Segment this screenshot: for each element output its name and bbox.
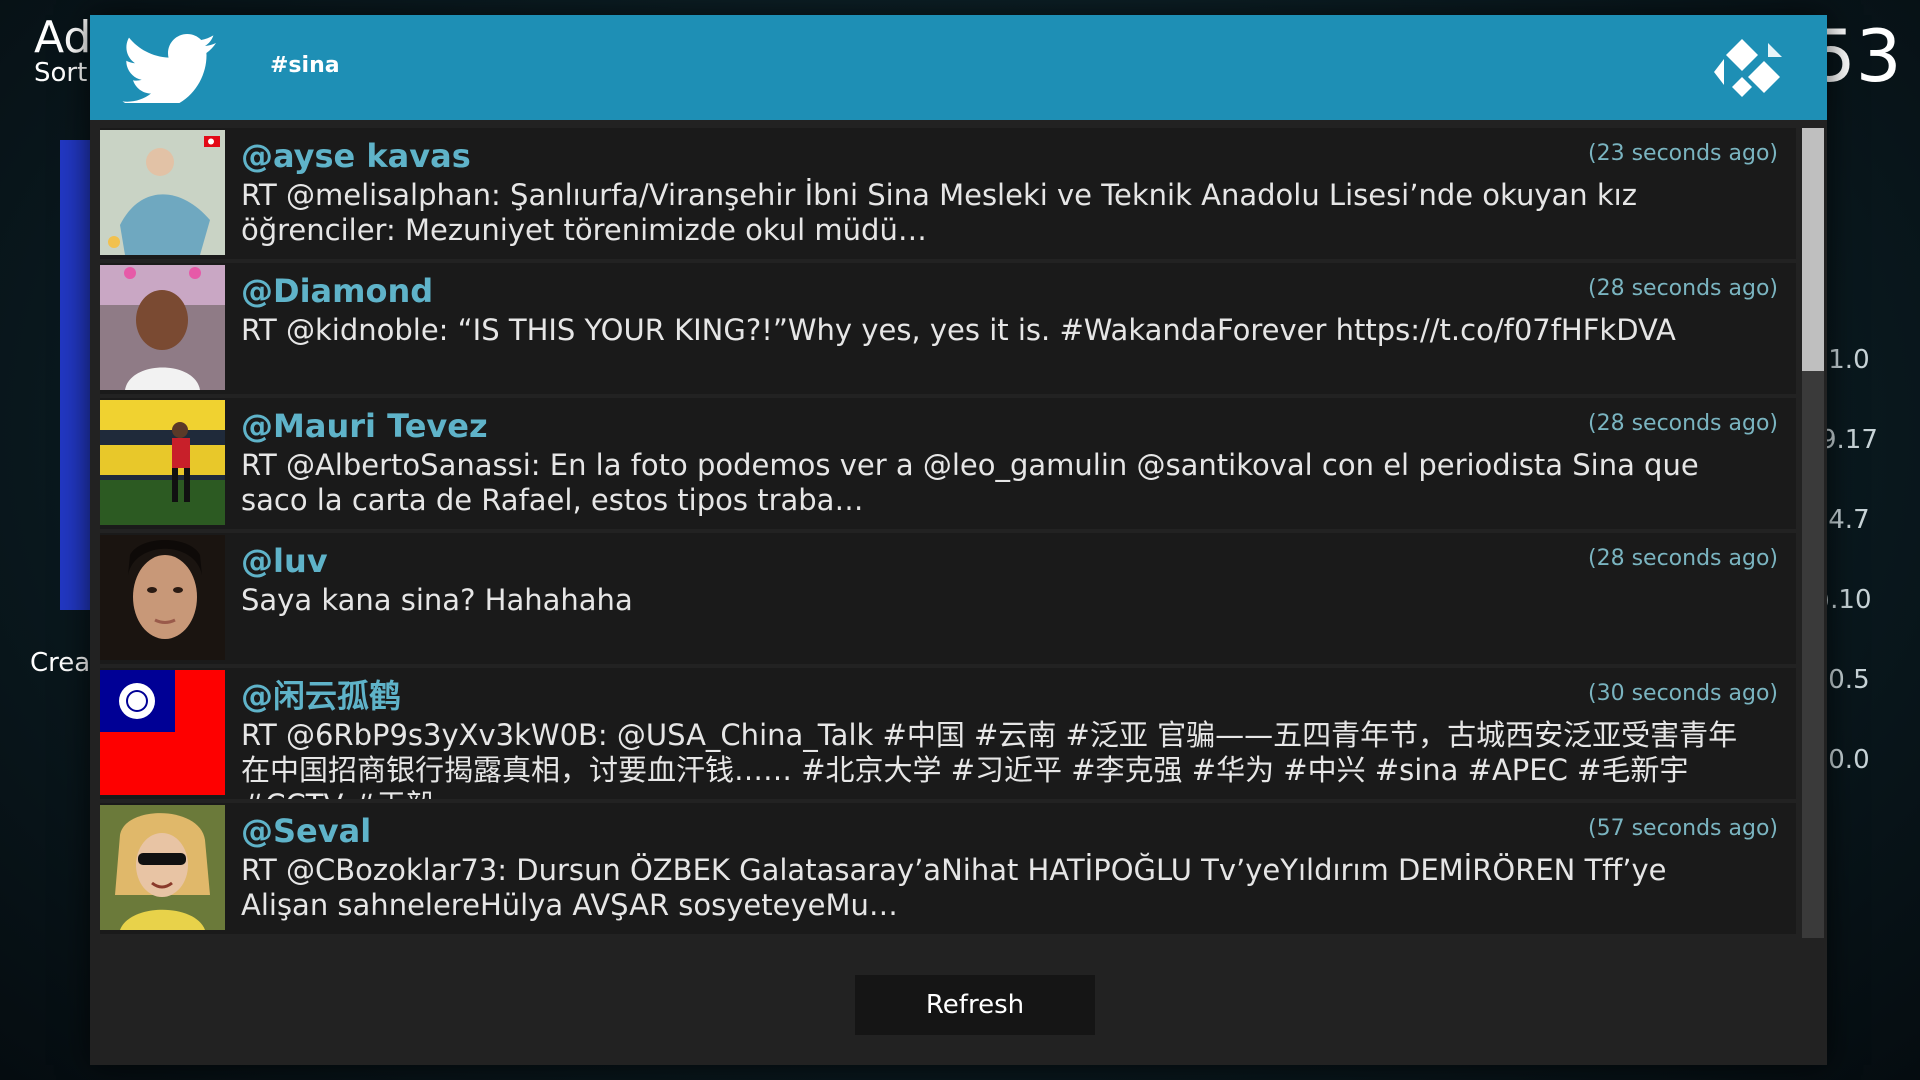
tweet-list[interactable]: @ayse kavas (23 seconds ago) RT @melisal… [100, 128, 1796, 938]
background-sort-label: Sort [34, 58, 88, 88]
dialog-header: #sina [90, 15, 1827, 120]
tweet-text: Saya kana sina? Hahahaha [241, 583, 633, 617]
tweet-list-scrollbar[interactable] [1802, 128, 1824, 938]
background-value: .0.5 [1820, 665, 1870, 695]
background-value: .4.7 [1820, 505, 1870, 535]
background-title: Ad [34, 12, 92, 63]
tweet-time: (28 seconds ago) [1588, 411, 1778, 436]
avatar [100, 805, 225, 930]
avatar [100, 670, 225, 795]
tweet-time: (23 seconds ago) [1588, 141, 1778, 166]
tweet-time: (57 seconds ago) [1588, 816, 1778, 841]
tweet-text: RT @AlbertoSanassi: En la foto podemos v… [241, 448, 1699, 517]
avatar [100, 535, 225, 660]
refresh-button[interactable]: Refresh [855, 975, 1095, 1035]
tweet-handle[interactable]: @闲云孤鹤 [241, 676, 401, 716]
tweet-handle[interactable]: @ayse kavas [241, 136, 471, 176]
tweet-row[interactable]: @Diamond (28 seconds ago) RT @kidnoble: … [100, 263, 1796, 394]
tweet-time: (28 seconds ago) [1588, 546, 1778, 571]
tweet-time: (28 seconds ago) [1588, 276, 1778, 301]
tweet-row[interactable]: @Seval (57 seconds ago) RT @CBozoklar73:… [100, 803, 1796, 934]
tweet-handle[interactable]: @Seval [241, 811, 371, 851]
header-hashtag: #sina [270, 53, 340, 78]
tweet-text: RT @melisalphan: Şanlıurfa/Viranşehir İb… [241, 178, 1637, 247]
background-create-label: Crea [30, 648, 91, 678]
tweet-handle[interactable]: @Mauri Tevez [241, 406, 488, 446]
scrollbar-thumb[interactable] [1802, 128, 1824, 371]
background-side-bar [60, 140, 90, 610]
background-value: ).10 [1820, 585, 1872, 615]
tweet-row[interactable]: @Mauri Tevez (28 seconds ago) RT @Albert… [100, 398, 1796, 529]
tweet-text: RT @6RbP9s3yXv3kW0B: @USA_China_Talk #中国… [241, 718, 1738, 799]
background-value: .0.0 [1820, 745, 1870, 775]
tweet-time: (30 seconds ago) [1588, 681, 1778, 706]
avatar [100, 400, 225, 525]
kodi-logo-icon [1714, 39, 1782, 97]
twitter-dialog: #sina @ayse kavas (23 seconds ago) RT @m… [90, 15, 1827, 1065]
twitter-bird-icon [122, 34, 216, 103]
tweet-text: RT @kidnoble: “IS THIS YOUR KING?!”Why y… [241, 313, 1676, 347]
avatar [100, 265, 225, 390]
avatar [100, 130, 225, 255]
tweet-row[interactable]: @ayse kavas (23 seconds ago) RT @melisal… [100, 128, 1796, 259]
tweet-handle[interactable]: @Diamond [241, 271, 433, 311]
tweet-handle[interactable]: @luv [241, 541, 328, 581]
tweet-row[interactable]: @luv (28 seconds ago) Saya kana sina? Ha… [100, 533, 1796, 664]
tweet-row[interactable]: @闲云孤鹤 (30 seconds ago) RT @6RbP9s3yXv3kW… [100, 668, 1796, 799]
background-value: .1.0 [1820, 345, 1870, 375]
tweet-text: RT @CBozoklar73: Dursun ÖZBEK Galatasara… [241, 853, 1667, 922]
background-value: 9.17 [1820, 425, 1878, 455]
